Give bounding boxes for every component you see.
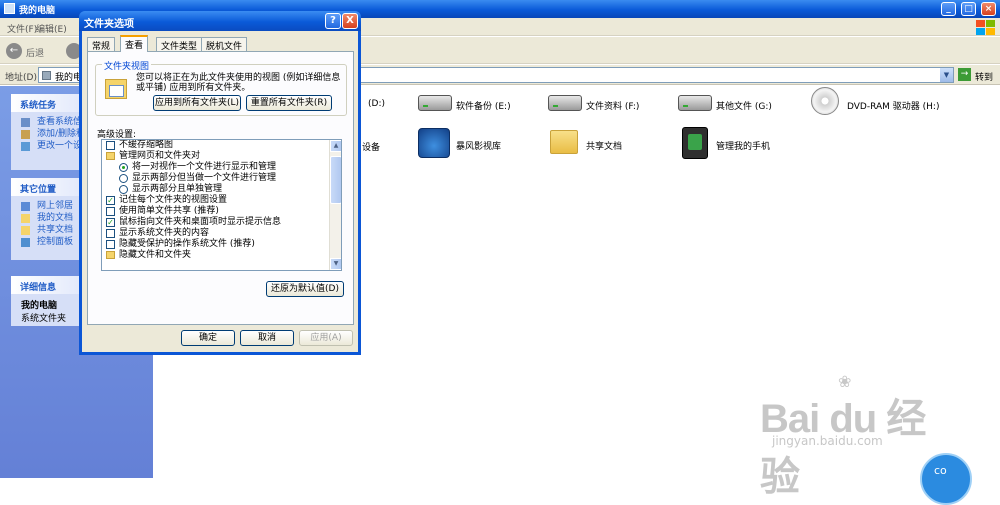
control-panel-icon (21, 238, 30, 247)
folder-options-dialog: 文件夹选项 ? X 常规 查看 文件类型 脱机文件 文件夹视图 您可以将正在为此… (79, 11, 361, 355)
setting-simple-sharing[interactable]: 使用简单文件共享 (推荐) (102, 206, 341, 217)
help-button[interactable]: ? (325, 13, 341, 29)
setting-hidden-files: 隐藏文件和文件夹 (102, 250, 341, 261)
folder-views-title: 文件夹视图 (102, 59, 152, 72)
phone-icon (682, 127, 708, 159)
documents-icon (21, 214, 30, 223)
restore-defaults-button[interactable]: 还原为默认值(D) (266, 281, 344, 297)
hard-drive-icon (678, 95, 712, 111)
folder-icon (550, 130, 578, 154)
tab-view[interactable]: 查看 (120, 35, 149, 52)
drive-g-label: 其他文件 (G:) (716, 102, 772, 112)
watermark-url: jingyan.baidu.com (772, 434, 883, 448)
tab-offline-files[interactable]: 脱机文件 (201, 37, 248, 52)
system-info-icon (21, 118, 30, 127)
dialog-titlebar: 文件夹选项 ? X (79, 11, 361, 31)
hard-drive-icon (548, 95, 582, 111)
tab-general[interactable]: 常规 (87, 37, 116, 52)
setting-remember-view[interactable]: ✓ 记住每个文件夹的视图设置 (102, 195, 341, 206)
dialog-title: 文件夹选项 (84, 19, 134, 30)
address-label: 地址(D) (5, 73, 37, 83)
tab-file-types[interactable]: 文件类型 (156, 37, 203, 52)
my-computer-icon (4, 3, 15, 14)
drive-g[interactable]: 其他文件 (G:) (678, 91, 788, 117)
setting-show-as-one-file[interactable]: 将一对视作一个文件进行显示和管理 (102, 162, 341, 173)
menu-edit[interactable]: 编辑(E) (36, 22, 67, 35)
reset-all-folders-button[interactable]: 重置所有文件夹(R) (246, 95, 332, 111)
folder-views-icon (105, 79, 127, 99)
shared-folder-icon (21, 226, 30, 235)
setting-web-folder-pairs: 管理网页和文件夹对 (102, 151, 341, 162)
dvd-drive[interactable]: DVD-RAM 驱动器 (H:) (809, 87, 949, 121)
setting-show-both-separately[interactable]: 显示两部分且单独管理 (102, 184, 341, 195)
dialog-body: 常规 查看 文件类型 脱机文件 文件夹视图 您可以将正在为此文件夹使用的视图 (… (82, 31, 358, 352)
computer-icon (42, 71, 51, 80)
go-arrow-icon[interactable]: → (958, 68, 971, 81)
corner-badge[interactable]: co (920, 453, 972, 505)
back-label: 后退 (26, 49, 45, 59)
drive-d-label: (D:) (368, 99, 385, 109)
view-tab-page: 文件夹视图 您可以将正在为此文件夹使用的视图 (例如详细信息或平铺) 应用到所有… (87, 51, 354, 325)
dvd-icon (811, 87, 839, 115)
radio-button[interactable] (119, 185, 128, 194)
shared-documents-item[interactable]: 共享文档 (550, 130, 660, 160)
manage-phone-item[interactable]: 管理我的手机 (682, 127, 802, 161)
checkbox[interactable] (106, 240, 115, 249)
apply-button: 应用(A) (299, 330, 353, 346)
folder-views-description: 您可以将正在为此文件夹使用的视图 (例如详细信息或平铺) 应用到所有文件夹。 (136, 73, 341, 93)
drive-f[interactable]: 文件资料 (F:) (548, 91, 658, 117)
settings-scrollbar[interactable]: ▲ ▼ (329, 140, 341, 270)
scroll-down-button[interactable]: ▼ (330, 258, 341, 270)
go-button[interactable]: 转到 (975, 70, 993, 83)
setting-hide-protected-files[interactable]: 隐藏受保护的操作系统文件 (推荐) (102, 239, 341, 250)
devices-item[interactable]: 设备 (362, 131, 402, 157)
radio-button[interactable] (119, 174, 128, 183)
checkbox[interactable]: ✓ (106, 196, 115, 205)
windows-logo-icon (974, 19, 996, 35)
scroll-thumb[interactable] (330, 156, 341, 204)
apply-to-all-folders-button[interactable]: 应用到所有文件夹(L) (153, 95, 241, 111)
cancel-button[interactable]: 取消 (240, 330, 294, 346)
baofeng-label: 暴风影视库 (456, 142, 502, 152)
address-value: 我的电 (55, 73, 83, 83)
drive-d[interactable]: (D:) (364, 91, 404, 117)
address-dropdown-button[interactable]: ▼ (940, 68, 953, 82)
checkbox[interactable] (106, 229, 115, 238)
manage-phone-label: 管理我的手机 (716, 142, 771, 152)
devices-label: 设备 (362, 143, 381, 153)
hard-drive-icon (418, 95, 452, 111)
programs-icon (21, 130, 30, 139)
corner-badge-text: co (934, 464, 947, 477)
checkbox[interactable] (106, 207, 115, 216)
menu-file[interactable]: 文件(F) (7, 22, 37, 35)
shared-documents-label: 共享文档 (586, 142, 623, 152)
checkbox[interactable] (106, 141, 115, 150)
setting-show-tooltips[interactable]: ✓ 鼠标指向文件夹和桌面项时显示提示信息 (102, 217, 341, 228)
baidu-jingyan-watermark: ❀ Bai du 经验 jingyan.baidu.com (760, 372, 960, 499)
ok-button[interactable]: 确定 (181, 330, 235, 346)
radio-button[interactable] (119, 163, 128, 172)
maximize-button[interactable]: □ (961, 2, 976, 16)
checkbox[interactable]: ✓ (106, 218, 115, 227)
network-icon (21, 202, 30, 211)
dialog-close-button[interactable]: X (342, 13, 358, 29)
baofeng-library[interactable]: 暴风影视库 (418, 128, 538, 160)
folder-icon (106, 251, 115, 259)
folder-icon (106, 152, 115, 160)
dvd-drive-label: DVD-RAM 驱动器 (H:) (847, 102, 940, 112)
drive-e-label: 软件备份 (E:) (456, 102, 511, 112)
minimize-button[interactable]: _ (941, 2, 956, 16)
back-button[interactable]: ← (6, 43, 22, 59)
control-panel-icon (21, 142, 30, 151)
setting-show-both-manage-one[interactable]: 显示两部分但当做一个文件进行管理 (102, 173, 341, 184)
advanced-settings-list[interactable]: 不缓存缩略图 管理网页和文件夹对 将一对视作一个文件进行显示和管理 显示两部分但… (101, 139, 342, 271)
close-button[interactable]: × (981, 2, 996, 16)
drive-f-label: 文件资料 (F:) (586, 102, 640, 112)
setting-show-system-folder[interactable]: 显示系统文件夹的内容 (102, 228, 341, 239)
scroll-up-button[interactable]: ▲ (330, 140, 341, 152)
window-title: 我的电脑 (19, 6, 56, 16)
setting-no-thumbnail-cache[interactable]: 不缓存缩略图 (102, 140, 341, 151)
drive-e[interactable]: 软件备份 (E:) (418, 91, 528, 117)
video-library-icon (418, 128, 450, 158)
